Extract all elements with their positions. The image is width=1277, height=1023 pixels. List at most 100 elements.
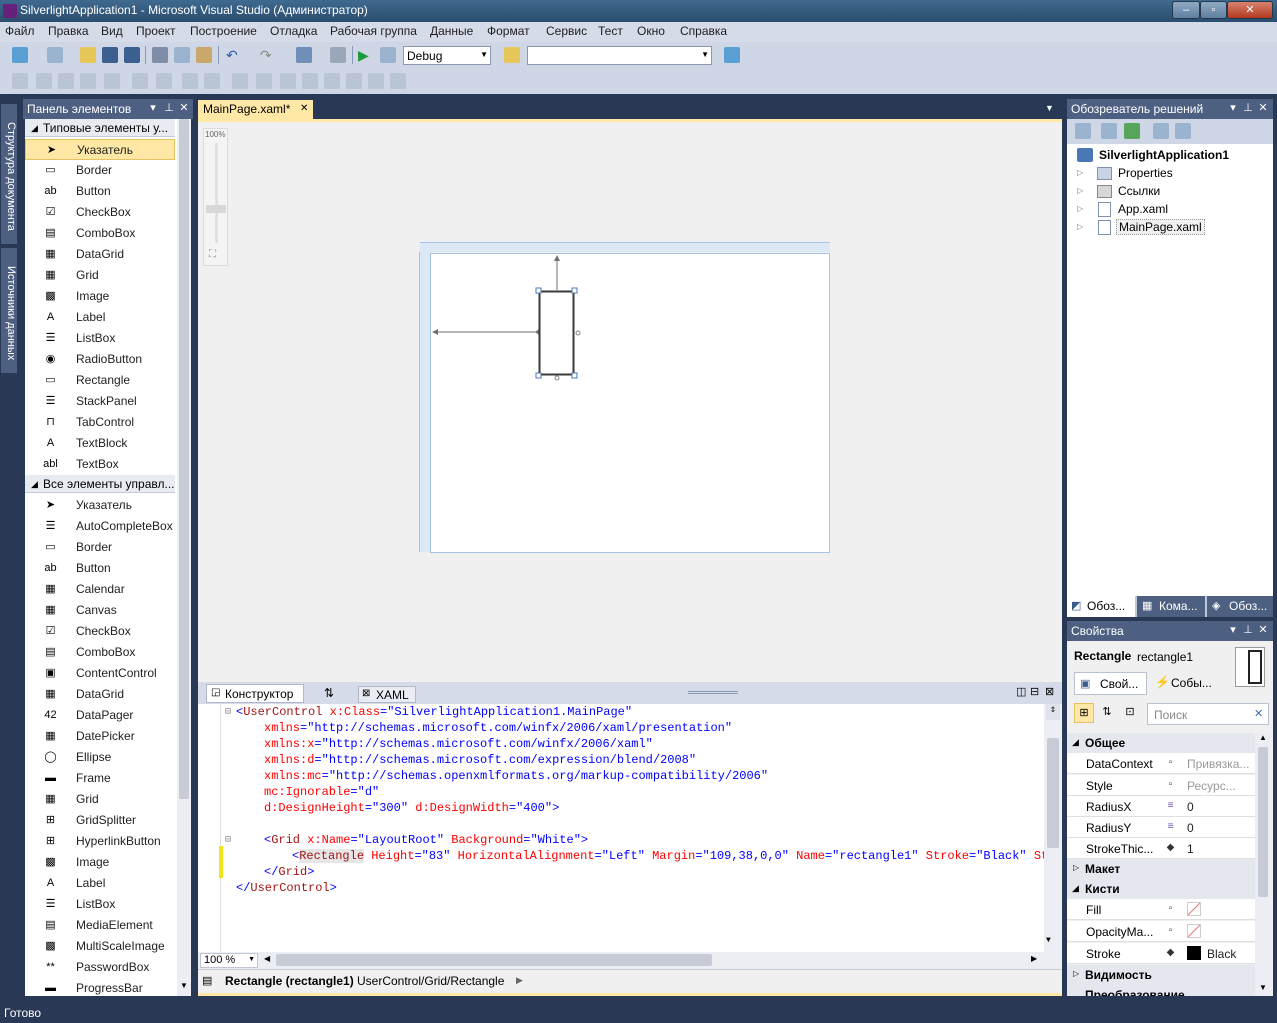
- refresh-icon[interactable]: [1124, 123, 1140, 139]
- chevron-down-icon[interactable]: ▾: [1227, 102, 1239, 114]
- toolbox-item[interactable]: ▦ DataGrid: [25, 244, 175, 265]
- navigate-forward-icon[interactable]: [330, 47, 346, 63]
- toolbox-item[interactable]: ▦ Calendar: [25, 579, 175, 600]
- chevron-down-icon[interactable]: ▾: [1227, 624, 1239, 636]
- comment-icon[interactable]: [368, 73, 384, 89]
- toolbox-group-header[interactable]: ◢ Все элементы управл...: [25, 475, 175, 493]
- paste-icon[interactable]: [196, 47, 212, 63]
- toolbox-item[interactable]: ▦ Canvas: [25, 600, 175, 621]
- pin-icon[interactable]: ⊥: [163, 102, 175, 114]
- menu-format[interactable]: Формат: [487, 24, 530, 38]
- view-code-icon[interactable]: [1153, 123, 1169, 139]
- start-debugging-icon[interactable]: ▶: [358, 47, 374, 63]
- property-row-strokethickness[interactable]: StrokeThic... ◆ 1: [1067, 838, 1255, 859]
- category-general[interactable]: ◢ Общее: [1067, 733, 1255, 753]
- split-editor-icon[interactable]: ⇕: [1046, 704, 1060, 720]
- fit-to-window-icon[interactable]: ⛶: [209, 249, 216, 260]
- new-project-icon[interactable]: [12, 47, 28, 63]
- sort-alpha-icon[interactable]: ⇅: [1097, 703, 1117, 723]
- property-row-radiusx[interactable]: RadiusX ≡ 0: [1067, 796, 1255, 817]
- toolbox-item[interactable]: ▤ MediaElement: [25, 915, 175, 936]
- toolbox-item[interactable]: ⊓ TabControl: [25, 412, 175, 433]
- scrollbar-thumb[interactable]: [179, 119, 189, 799]
- comment-icon[interactable]: [302, 73, 318, 89]
- zoom-thumb[interactable]: [206, 205, 226, 213]
- toolbox-item[interactable]: A Label: [25, 307, 175, 328]
- find-combo[interactable]: ▼: [527, 46, 712, 65]
- comment-icon[interactable]: [390, 73, 406, 89]
- hscroll-thumb[interactable]: [276, 954, 712, 966]
- xaml-editor[interactable]: ⊟ ⊟ <UserControl x:Class="SilverlightApp…: [198, 704, 1062, 968]
- save-icon[interactable]: [102, 47, 118, 63]
- show-all-files-icon[interactable]: [1101, 123, 1117, 139]
- align-icon[interactable]: [104, 73, 120, 89]
- tree-item-properties[interactable]: ▷ Properties: [1077, 165, 1267, 183]
- toolbox-item[interactable]: ▤ ComboBox: [25, 642, 175, 663]
- scroll-down-icon[interactable]: ▼: [177, 981, 191, 995]
- toolbox-item[interactable]: ☑ CheckBox: [25, 202, 175, 223]
- toolbox-item[interactable]: ▦ Grid: [25, 265, 175, 286]
- category-layout[interactable]: ▷ Макет: [1067, 859, 1255, 879]
- expand-icon[interactable]: ▷: [1077, 168, 1083, 177]
- properties-scrollbar[interactable]: ▲ ▼: [1255, 733, 1271, 996]
- scroll-down-icon[interactable]: ▼: [1255, 983, 1271, 992]
- close-icon[interactable]: ✕: [178, 102, 190, 114]
- collapse-icon[interactable]: ⊟: [225, 834, 231, 846]
- find-in-files-icon[interactable]: [504, 47, 520, 63]
- chevron-right-icon[interactable]: ▶: [516, 975, 523, 986]
- view-designer-icon[interactable]: [1175, 123, 1191, 139]
- scrollbar-thumb[interactable]: [1258, 747, 1268, 897]
- menu-data[interactable]: Данные: [430, 24, 473, 38]
- toolbox-item[interactable]: ☰ AutoCompleteBox: [25, 516, 175, 537]
- breadcrumb-selected[interactable]: Rectangle (rectangle1): [225, 974, 354, 988]
- property-row-opacitymask[interactable]: OpacityMa... ▫: [1067, 921, 1255, 942]
- no-brush-swatch[interactable]: [1187, 902, 1201, 916]
- expand-icon[interactable]: ▷: [1077, 222, 1083, 231]
- toolbox-item[interactable]: ➤ Указатель: [25, 495, 175, 516]
- menu-edit[interactable]: Правка: [48, 24, 89, 38]
- menu-tools[interactable]: Сервис: [546, 24, 587, 38]
- category-brushes[interactable]: ◢ Кисти: [1067, 879, 1255, 899]
- toolbox-item[interactable]: ab Button: [25, 558, 175, 579]
- toolbox-item[interactable]: ▦ DatePicker: [25, 726, 175, 747]
- property-row-stroke[interactable]: Stroke ◆ Black: [1067, 943, 1255, 964]
- tab-xaml[interactable]: ⊠ XAML: [358, 686, 416, 703]
- toolbox-item[interactable]: ▤ ComboBox: [25, 223, 175, 244]
- close-icon[interactable]: ✕: [300, 103, 308, 114]
- copy-icon[interactable]: [174, 47, 190, 63]
- property-row-datacontext[interactable]: DataContext ▫ Привязка...: [1067, 753, 1255, 774]
- scroll-up-icon[interactable]: ▲: [1255, 733, 1271, 742]
- tab-mainpage-xaml[interactable]: MainPage.xaml* ✕: [198, 100, 313, 119]
- solution-explorer-icon[interactable]: [724, 47, 740, 63]
- editor-zoom-select[interactable]: 100 % ▼: [200, 953, 258, 968]
- comment-icon[interactable]: [256, 73, 272, 89]
- attach-process-icon[interactable]: [380, 47, 396, 63]
- solution-root[interactable]: SilverlightApplication1: [1077, 147, 1267, 165]
- toolbox-item[interactable]: ☰ StackPanel: [25, 391, 175, 412]
- toolbox-item[interactable]: ▩ MultiScaleImage: [25, 936, 175, 957]
- minimize-button[interactable]: ‒: [1172, 1, 1200, 19]
- toolbox-item[interactable]: ab Button: [25, 181, 175, 202]
- tab-properties[interactable]: ▣ Свой...: [1074, 672, 1147, 695]
- toolbox-item[interactable]: ▭ Border: [25, 537, 175, 558]
- filter-icon[interactable]: ⊡: [1120, 703, 1140, 723]
- scrollbar-thumb[interactable]: [1047, 738, 1059, 848]
- property-row-style[interactable]: Style ▫ Ресурс...: [1067, 775, 1255, 796]
- clear-search-icon[interactable]: ✕: [1254, 707, 1263, 720]
- vertical-split-icon[interactable]: ◫: [1016, 685, 1026, 698]
- align-icon[interactable]: [80, 73, 96, 89]
- chevron-down-icon[interactable]: ▼: [1045, 103, 1054, 113]
- save-all-icon[interactable]: [124, 47, 140, 63]
- redo-icon[interactable]: ↷: [260, 47, 276, 63]
- toolbox-item[interactable]: ** PasswordBox: [25, 957, 175, 978]
- maximize-button[interactable]: ▫: [1200, 1, 1227, 19]
- tree-item-mainpage-xaml[interactable]: ▷ MainPage.xaml: [1077, 219, 1267, 237]
- category-visibility[interactable]: ▷ Видимость: [1067, 965, 1255, 985]
- comment-icon[interactable]: [280, 73, 296, 89]
- scroll-left-icon[interactable]: ◀: [264, 954, 270, 963]
- tree-item-references[interactable]: ▷ Ссылки: [1077, 183, 1267, 201]
- toolbox-item[interactable]: ⊞ GridSplitter: [25, 810, 175, 831]
- cut-icon[interactable]: [152, 47, 168, 63]
- category-transform[interactable]: Преобразование: [1067, 985, 1255, 996]
- scroll-down-icon[interactable]: ▼: [1046, 936, 1051, 945]
